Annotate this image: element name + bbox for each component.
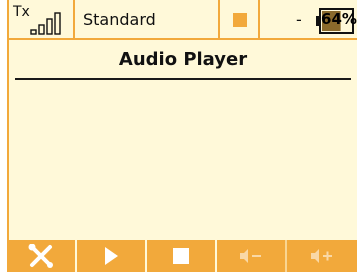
status-bar: Tx Standard - 64% [9, 0, 357, 40]
status-indicator [220, 0, 260, 40]
stop-button[interactable] [147, 240, 217, 272]
tx-label: Tx [13, 4, 30, 20]
tools-button[interactable] [9, 240, 77, 272]
volume-down-button[interactable] [217, 240, 287, 272]
tools-icon [28, 244, 53, 268]
battery-percentage: 64% [321, 10, 357, 28]
volume-up-button[interactable] [287, 240, 357, 272]
bottom-toolbar [9, 240, 357, 272]
page-title: Audio Player [118, 49, 248, 70]
tx-signal-indicator: Tx [9, 0, 75, 40]
stop-icon [173, 248, 189, 264]
battery-indicator: - 64% [260, 0, 357, 40]
indicator-square-icon [233, 13, 247, 27]
battery-separator: - [296, 10, 302, 29]
content-area [9, 82, 357, 238]
lcd-panel: Tx Standard - 64% Audio Player [7, 0, 357, 272]
model-name-field[interactable]: Standard [75, 0, 220, 40]
device-screen: Tx Standard - 64% Audio Player [0, 0, 357, 272]
model-name: Standard [83, 10, 156, 29]
play-icon [105, 247, 118, 265]
signal-bars-icon [30, 12, 61, 35]
title-divider [15, 78, 351, 80]
volume-up-icon [311, 249, 332, 263]
play-button[interactable] [77, 240, 147, 272]
volume-down-icon [240, 249, 261, 263]
